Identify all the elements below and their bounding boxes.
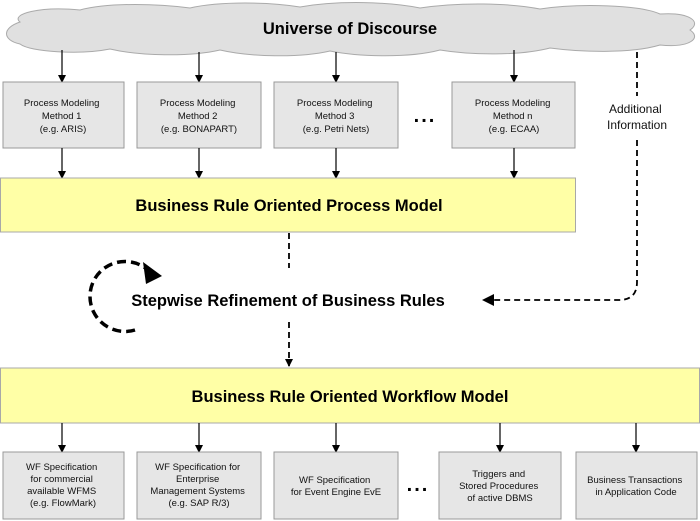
- method-line: Process Modeling: [160, 98, 236, 109]
- method-line: (e.g. ARIS): [40, 124, 86, 135]
- method-line: Process Modeling: [475, 98, 551, 109]
- target-box-application-code: Business Transactions in Application Cod…: [575, 451, 698, 520]
- target-box-dbms: Triggers and Stored Procedures of active…: [438, 451, 562, 520]
- method-line: Process Modeling: [297, 98, 373, 109]
- targets-ellipsis: ...: [407, 474, 430, 496]
- universe-of-discourse-cloud: Universe of Discourse: [6, 2, 696, 57]
- methods-ellipsis: ...: [414, 105, 437, 127]
- method-to-model-arrows: [58, 148, 518, 179]
- cloud-title: Universe of Discourse: [263, 20, 437, 38]
- target-box-wfms: WF Specification for commercial availabl…: [2, 451, 125, 520]
- method-line: Method 2: [178, 111, 218, 122]
- method-line: Method 3: [315, 111, 355, 122]
- workflow-model-box: Business Rule Oriented Workflow Model: [0, 367, 700, 424]
- method-box-1: Process Modeling Method 1 (e.g. ARIS): [2, 81, 125, 149]
- method-line: Method n: [493, 111, 533, 122]
- target-box-ems: WF Specification for Enterprise Manageme…: [136, 451, 262, 520]
- additional-info-label: Additional Information: [607, 102, 667, 132]
- svg-text:WF Specification for Eve: WF Specification for Event Engine EvE: [291, 475, 381, 498]
- workflow-model-title: Business Rule Oriented Workflow Model: [192, 388, 509, 406]
- method-line: (e.g. ECAA): [489, 124, 540, 135]
- workflow-to-target-arrows: [58, 423, 640, 453]
- method-line: (e.g. Petri Nets): [303, 124, 370, 135]
- process-model-title: Business Rule Oriented Process Model: [135, 197, 442, 215]
- target-box-eve: WF Specification for Event Engine EvE: [273, 451, 399, 520]
- method-line: (e.g. BONAPART): [161, 124, 237, 135]
- svg-text:Business Transactions in: Business Transactions in Application Cod…: [587, 475, 685, 498]
- method-box-3: Process Modeling Method 3 (e.g. Petri Ne…: [273, 81, 399, 149]
- method-box-n: Process Modeling Method n (e.g. ECAA): [451, 81, 576, 149]
- diagram: Universe of Discourse Process Modeling M…: [0, 2, 700, 520]
- method-line: Process Modeling: [24, 98, 100, 109]
- refinement-title: Stepwise Refinement of Business Rules: [131, 292, 445, 310]
- method-line: Method 1: [42, 111, 82, 122]
- svg-text:WF Specification for com: WF Specification for commercial availabl…: [26, 462, 100, 509]
- process-model-box: Business Rule Oriented Process Model: [0, 177, 576, 233]
- method-box-2: Process Modeling Method 2 (e.g. BONAPART…: [136, 81, 262, 149]
